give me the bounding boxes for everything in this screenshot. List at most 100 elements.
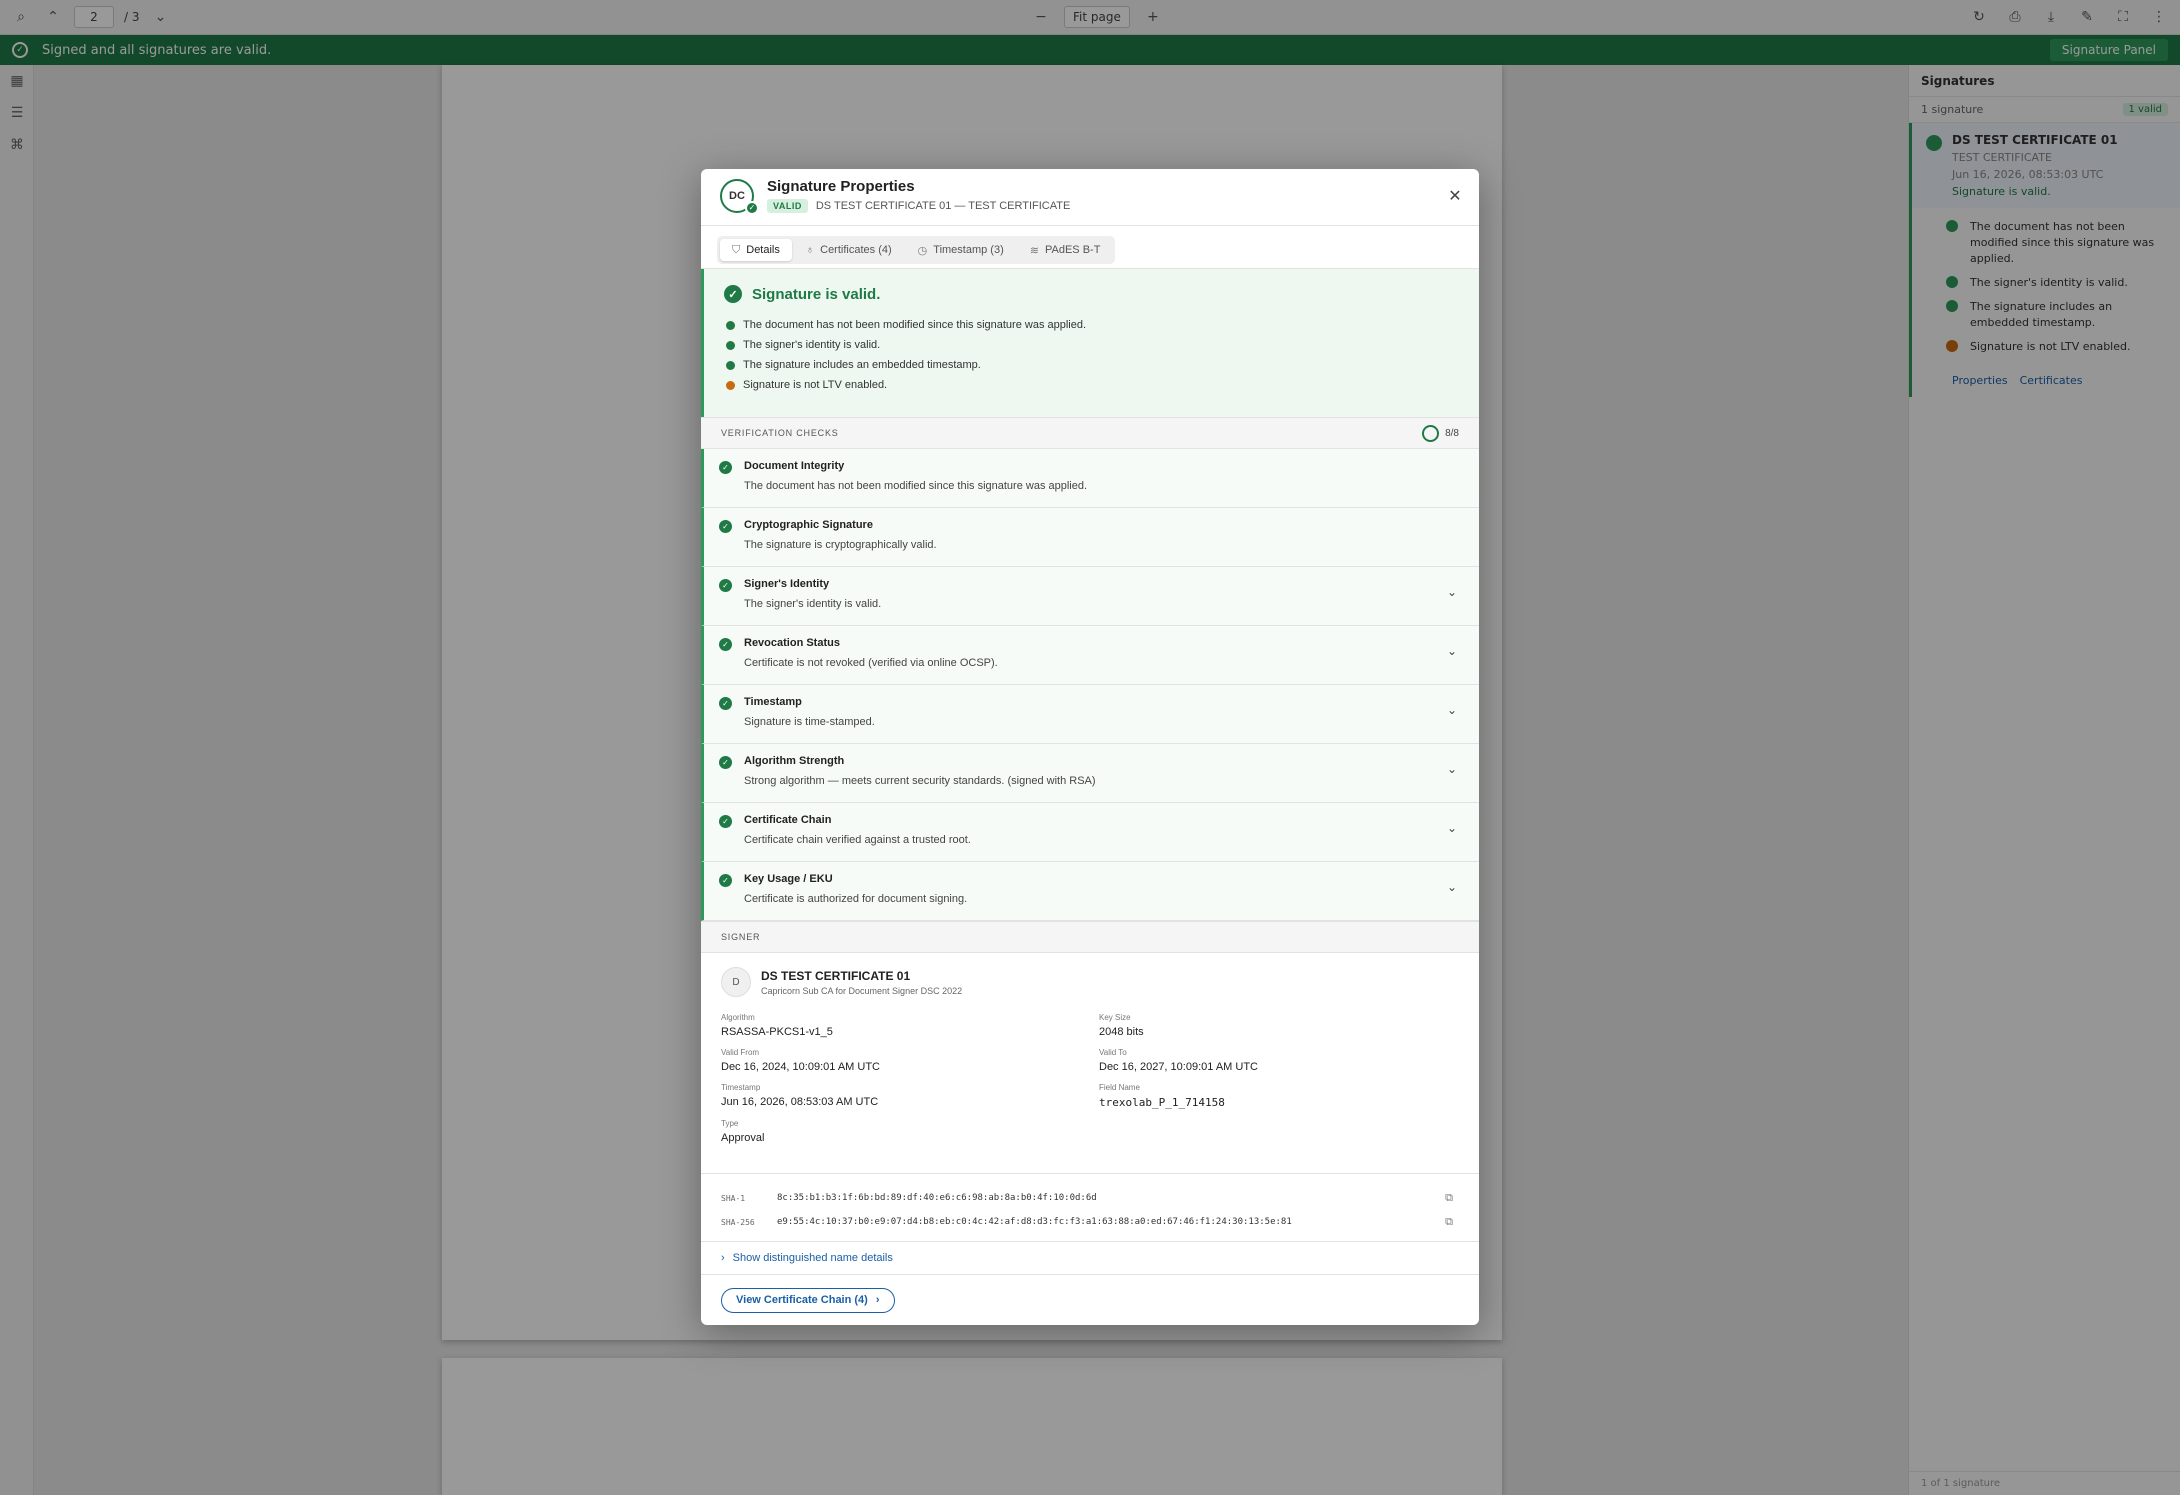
- avatar: D: [721, 967, 751, 997]
- chevron-down-icon[interactable]: ⌄: [1447, 585, 1457, 599]
- tab-certificates[interactable]: ♁ Certificates (4): [794, 239, 904, 261]
- summary-line-text: The signer's identity is valid.: [743, 339, 881, 351]
- check-description: Certificate chain verified against a tru…: [744, 834, 971, 846]
- check-circle-icon: ✓: [719, 461, 732, 474]
- verification-checks-header: VERIFICATION CHECKS 8/8: [701, 417, 1479, 449]
- distinguished-name-toggle[interactable]: › Show distinguished name details: [701, 1242, 1479, 1275]
- tab-pades[interactable]: ≋ PAdES B-T: [1018, 239, 1113, 261]
- signer-identity: D DS TEST CERTIFICATE 01 Capricorn Sub C…: [721, 967, 1459, 997]
- check-title: Cryptographic Signature: [744, 519, 873, 531]
- signer-properties-grid: Algorithm RSASSA-PKCS1-v1_5 Key Size 204…: [721, 1013, 1459, 1144]
- chevron-down-icon[interactable]: ⌄: [1447, 762, 1457, 776]
- check-circle-icon: ✓: [719, 756, 732, 769]
- check-description: The document has not been modified since…: [744, 480, 1088, 492]
- validity-heading: Signature is valid.: [752, 285, 881, 303]
- summary-line: The signature includes an embedded times…: [724, 355, 1479, 375]
- tabs-bar: ⛉ Details ♁ Certificates (4) ◷ Timestamp…: [701, 226, 1479, 269]
- tab-label: Timestamp (3): [933, 244, 1004, 256]
- view-certificate-chain-button[interactable]: View Certificate Chain (4) ›: [721, 1287, 895, 1313]
- signer-issuer: Capricorn Sub CA for Document Signer DSC…: [761, 985, 963, 996]
- check-description: Signature is time-stamped.: [744, 716, 875, 728]
- check-icon: [726, 320, 735, 330]
- chevron-down-icon[interactable]: ⌄: [1447, 821, 1457, 835]
- check-circle-icon: ✓: [719, 697, 732, 710]
- check-title: Signer's Identity: [744, 578, 830, 590]
- validity-heading-row: ✓ Signature is valid.: [724, 285, 1479, 303]
- check-title: Algorithm Strength: [744, 755, 845, 767]
- summary-line-text: The document has not been modified since…: [743, 319, 1087, 331]
- check-row-key-usage[interactable]: ✓ Key Usage / EKU Certificate is authori…: [701, 862, 1479, 921]
- check-title: Certificate Chain: [744, 814, 832, 826]
- copy-icon[interactable]: ⧉: [1445, 1215, 1453, 1229]
- checks-score-text: 8/8: [1445, 427, 1459, 439]
- dialog-subtitle-row: VALID DS TEST CERTIFICATE 01 — TEST CERT…: [767, 199, 1070, 213]
- tab-label: PAdES B-T: [1044, 244, 1101, 256]
- check-row-algorithm-strength[interactable]: ✓ Algorithm Strength Strong algorithm — …: [701, 744, 1479, 803]
- check-icon: [726, 360, 735, 370]
- field-value: Approval: [721, 1132, 765, 1144]
- chevron-down-icon[interactable]: ⌄: [1447, 880, 1457, 894]
- check-row-timestamp[interactable]: ✓ Timestamp Signature is time-stamped. ⌄: [701, 685, 1479, 744]
- check-circle-icon: ✓: [719, 579, 732, 592]
- check-description: The signer's identity is valid.: [744, 598, 882, 610]
- sha256-row: SHA-256 e9:55:4c:10:37:b0:e9:07:d4:b8:eb…: [721, 1210, 1459, 1234]
- check-title: Timestamp: [744, 696, 802, 708]
- check-description: Certificate is authorized for document s…: [744, 893, 968, 905]
- valid-from-field: Valid From Dec 16, 2024, 10:09:01 AM UTC: [721, 1048, 1099, 1073]
- chevron-down-icon[interactable]: ⌄: [1447, 703, 1457, 717]
- signature-properties-dialog: DC ✓ Signature Properties VALID DS TEST …: [701, 169, 1479, 1325]
- tab-list: ⛉ Details ♁ Certificates (4) ◷ Timestamp…: [717, 236, 1116, 264]
- field-value: Jun 16, 2026, 08:53:03 AM UTC: [721, 1096, 879, 1108]
- summary-line-warning: Signature is not LTV enabled.: [724, 375, 1479, 395]
- tab-details[interactable]: ⛉ Details: [720, 239, 792, 261]
- dialog-subtitle: DS TEST CERTIFICATE 01 — TEST CERTIFICAT…: [815, 200, 1071, 212]
- clock-icon: ◷: [917, 244, 928, 257]
- field-label: Type: [721, 1119, 739, 1128]
- field-value: RSASSA-PKCS1-v1_5: [721, 1026, 833, 1038]
- distinguished-name-link[interactable]: Show distinguished name details: [733, 1252, 893, 1264]
- type-field: Type Approval: [721, 1119, 1099, 1144]
- tab-label: Details: [746, 244, 780, 256]
- award-icon: ♁: [805, 244, 815, 256]
- check-description: The signature is cryptographically valid…: [744, 539, 937, 551]
- checks-score: 8/8: [1422, 424, 1459, 442]
- button-label: View Certificate Chain (4): [736, 1294, 868, 1306]
- check-circle-icon: ✓: [719, 815, 732, 828]
- section-title: SIGNER: [721, 932, 761, 942]
- check-description: Strong algorithm — meets current securit…: [744, 775, 1096, 787]
- summary-line: The document has not been modified since…: [724, 315, 1479, 335]
- check-title: Document Integrity: [744, 460, 845, 472]
- field-label: Key Size: [1099, 1013, 1131, 1022]
- check-circle-icon: ✓: [724, 285, 742, 303]
- field-label: Timestamp: [721, 1083, 761, 1092]
- field-label: Valid To: [1099, 1048, 1127, 1057]
- layers-icon: ≋: [1029, 244, 1039, 257]
- key-size-field: Key Size 2048 bits: [1099, 1013, 1459, 1038]
- close-button[interactable]: ✕: [1445, 186, 1465, 206]
- summary-line: The signer's identity is valid.: [724, 335, 1479, 355]
- hash-label: SHA-256: [721, 1217, 755, 1227]
- hash-value: 8c:35:b1:b3:1f:6b:bd:89:df:40:e6:c6:98:a…: [777, 1193, 1097, 1203]
- signer-section-header: SIGNER: [701, 921, 1479, 953]
- close-icon: ✕: [1448, 188, 1462, 205]
- check-circle-icon: ✓: [719, 520, 732, 533]
- dialog-footer: View Certificate Chain (4) ›: [701, 1275, 1479, 1325]
- check-row-certificate-chain[interactable]: ✓ Certificate Chain Certificate chain ve…: [701, 803, 1479, 862]
- sha1-row: SHA-1 8c:35:b1:b3:1f:6b:bd:89:df:40:e6:c…: [721, 1186, 1459, 1210]
- validity-summary: ✓ Signature is valid. The document has n…: [701, 269, 1479, 417]
- copy-icon[interactable]: ⧉: [1445, 1191, 1453, 1205]
- hash-value: e9:55:4c:10:37:b0:e9:07:d4:b8:eb:c0:4c:4…: [777, 1217, 1292, 1227]
- progress-ring-icon: [1422, 424, 1440, 442]
- check-title: Revocation Status: [744, 637, 840, 649]
- field-value: Dec 16, 2024, 10:09:01 AM UTC: [721, 1061, 880, 1073]
- check-row-document-integrity: ✓ Document Integrity The document has no…: [701, 449, 1479, 508]
- check-row-revocation-status[interactable]: ✓ Revocation Status Certificate is not r…: [701, 626, 1479, 685]
- field-value: trexolab_P_1_714158: [1099, 1096, 1225, 1109]
- field-label: Algorithm: [721, 1013, 755, 1022]
- warning-icon: [726, 380, 735, 390]
- chevron-down-icon[interactable]: ⌄: [1447, 644, 1457, 658]
- tab-timestamp[interactable]: ◷ Timestamp (3): [906, 239, 1016, 261]
- check-icon: ✓: [745, 201, 759, 215]
- check-row-signer-identity[interactable]: ✓ Signer's Identity The signer's identit…: [701, 567, 1479, 626]
- chevron-right-icon: ›: [875, 1294, 880, 1306]
